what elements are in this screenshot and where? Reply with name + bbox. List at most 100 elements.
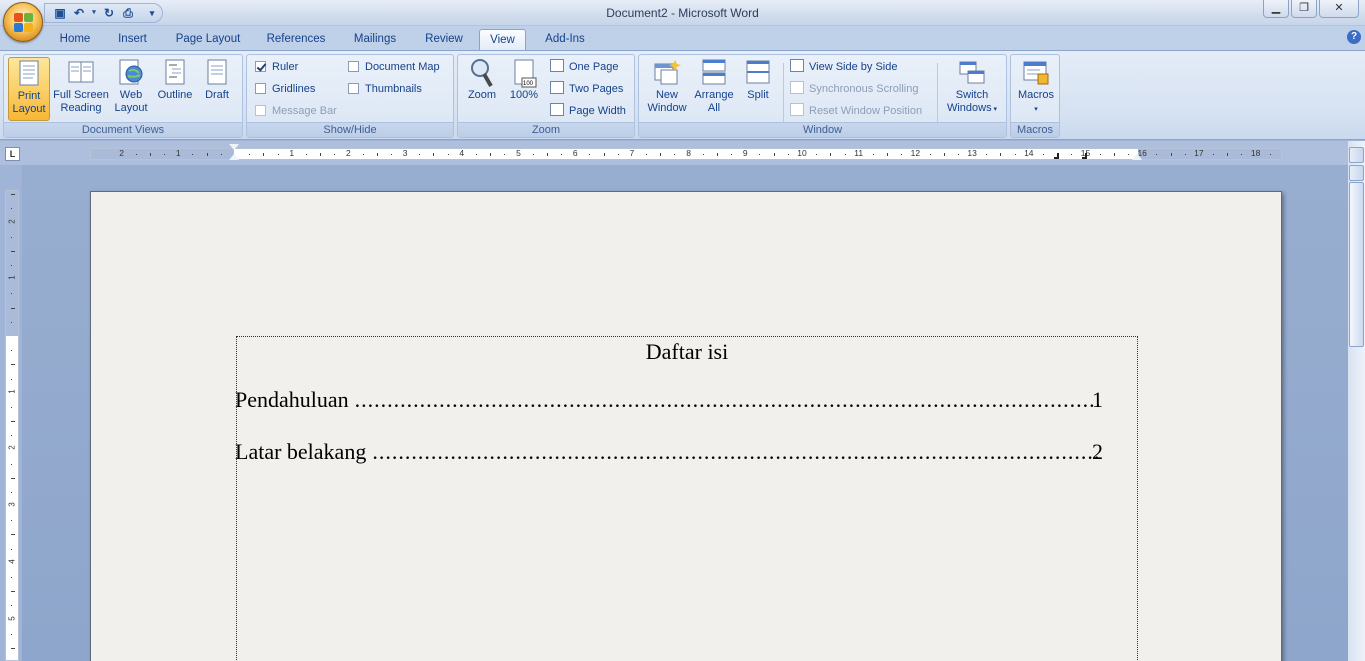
restore-button[interactable]: ❐ xyxy=(1291,0,1317,18)
ruler-number: 1 xyxy=(7,388,17,394)
minimize-button[interactable]: ▁ xyxy=(1263,0,1289,18)
right-indent-marker[interactable] xyxy=(1132,153,1142,160)
title-bar: ▣ ↶ ▾ ↻ ⎙ ▾ Document2 - Microsoft Word ▁… xyxy=(0,0,1365,26)
ruler-bar: L 2 1 1 2 3 4 5 6 7 8 9 10 11 12 13 14 15 16 17 18 xyxy=(0,141,1365,165)
macros-button[interactable]: Macros ▾ xyxy=(1014,57,1058,121)
toc-leader-dots: ........................................… xyxy=(354,387,1099,412)
tab-add-ins[interactable]: Add-Ins xyxy=(537,29,593,50)
zoom-button[interactable]: Zoom xyxy=(463,57,501,121)
outline-button[interactable]: Outline xyxy=(154,57,196,121)
group-window: New Window Arrange All Split View Side b… xyxy=(638,54,1007,138)
tab-mailings[interactable]: Mailings xyxy=(346,29,404,50)
magnifier-icon xyxy=(468,58,496,88)
ruler-check-icon xyxy=(255,61,266,72)
two-pages-icon xyxy=(550,81,564,94)
svg-text:100: 100 xyxy=(523,81,534,87)
message-bar-checkbox: Message Bar xyxy=(255,102,337,120)
arrange-all-button[interactable]: Arrange All xyxy=(692,57,736,121)
two-pages-button[interactable]: Two Pages xyxy=(550,80,623,98)
ruler-number: 2 xyxy=(119,148,124,158)
document-map-checkbox[interactable]: Document Map xyxy=(348,58,440,76)
first-line-indent-marker[interactable] xyxy=(229,144,239,150)
scroll-up-button[interactable] xyxy=(1349,165,1364,181)
page-width-button[interactable]: Page Width xyxy=(550,102,626,120)
toc-entry-text: Pendahuluan xyxy=(235,387,349,412)
group-macros: Macros ▾ Macros xyxy=(1010,54,1060,138)
tab-selector[interactable]: L xyxy=(5,147,20,161)
one-page-button[interactable]: One Page xyxy=(550,58,619,76)
outline-icon xyxy=(161,58,189,86)
ruler-number: 10 xyxy=(797,148,807,158)
ruler-number: 5 xyxy=(7,615,17,621)
vertical-scrollbar[interactable] xyxy=(1348,141,1365,661)
switch-windows-button[interactable]: Switch Windows ▾ xyxy=(941,57,1003,121)
new-window-button[interactable]: New Window xyxy=(644,57,690,121)
ruler-number: 8 xyxy=(686,148,691,158)
group-document-views: Print Layout Full Screen Reading Web Lay… xyxy=(3,54,243,138)
zoom-group-label: Zoom xyxy=(458,122,634,137)
close-button[interactable]: ✕ xyxy=(1319,0,1359,18)
split-button[interactable]: Split xyxy=(739,57,777,121)
zoom-100-button[interactable]: 100 100% xyxy=(504,57,544,121)
new-window-icon xyxy=(653,58,681,86)
tab-view[interactable]: View xyxy=(479,29,526,50)
toc-leader-dots: ........................................… xyxy=(372,439,1099,464)
reset-window-position-button: Reset Window Position xyxy=(790,102,922,120)
reset-window-icon xyxy=(790,103,804,116)
word-window: ▣ ↶ ▾ ↻ ⎙ ▾ Document2 - Microsoft Word ▁… xyxy=(0,0,1365,661)
web-layout-button[interactable]: Web Layout xyxy=(112,57,150,121)
sync-scroll-icon xyxy=(790,81,804,94)
window-title: Document2 - Microsoft Word xyxy=(606,6,759,20)
ruler-number: 5 xyxy=(516,148,521,158)
left-indent-marker[interactable] xyxy=(229,154,239,160)
print-layout-button[interactable]: Print Layout xyxy=(8,57,50,121)
toc-entry-page: 2 xyxy=(1092,439,1103,464)
right-tab-stop-2[interactable] xyxy=(1082,153,1087,159)
right-tab-stop-1[interactable] xyxy=(1054,153,1059,159)
ruler-number: 2 xyxy=(7,445,17,451)
toc-text-box[interactable]: Daftar isi Pendahuluan .................… xyxy=(235,336,1138,661)
tab-review[interactable]: Review xyxy=(418,29,470,50)
group-show-hide: Ruler Gridlines Message Bar Document Map… xyxy=(246,54,454,138)
page-width-icon xyxy=(550,103,564,116)
vertical-ruler[interactable]: 2 1 1 2 3 4 5 xyxy=(5,190,19,661)
horizontal-ruler[interactable]: 2 1 1 2 3 4 5 6 7 8 9 10 11 12 13 14 15 16 17 18 xyxy=(90,148,1282,160)
scroll-thumb[interactable] xyxy=(1349,182,1364,347)
help-icon[interactable]: ? xyxy=(1347,30,1361,44)
toc-title: Daftar isi xyxy=(645,339,729,364)
full-screen-reading-button[interactable]: Full Screen Reading xyxy=(52,57,110,121)
page-100-icon: 100 xyxy=(510,58,538,88)
draft-button[interactable]: Draft xyxy=(200,57,234,121)
ruler-number: 17 xyxy=(1194,148,1204,158)
ribbon-tabs: Home Insert Page Layout References Maili… xyxy=(0,26,1365,50)
group-zoom: Zoom 100 100% One Page Two Pages Page Wi… xyxy=(457,54,635,138)
tab-page-layout[interactable]: Page Layout xyxy=(170,29,246,50)
ruler-number: 12 xyxy=(910,148,921,158)
synchronous-scrolling-button: Synchronous Scrolling xyxy=(790,80,918,98)
office-logo-icon xyxy=(14,13,34,33)
office-button[interactable] xyxy=(3,2,43,42)
full-screen-reading-icon xyxy=(67,58,95,86)
ruler-number: 2 xyxy=(7,218,17,224)
tab-references[interactable]: References xyxy=(260,29,332,50)
web-layout-icon xyxy=(117,58,145,86)
ruler-number: 2 xyxy=(346,148,351,158)
view-side-by-side-button[interactable]: View Side by Side xyxy=(790,58,897,76)
ruler-number: 11 xyxy=(854,148,864,158)
view-ruler-toggle[interactable] xyxy=(1349,147,1364,163)
thumbnails-checkbox[interactable]: Thumbnails xyxy=(348,80,422,98)
ruler-number: 6 xyxy=(572,148,578,158)
toc-entry[interactable]: Latar belakang .........................… xyxy=(235,439,1103,467)
ruler-checkbox[interactable]: Ruler xyxy=(255,58,298,76)
ribbon: Print Layout Full Screen Reading Web Lay… xyxy=(0,50,1365,140)
gridlines-checkbox[interactable]: Gridlines xyxy=(255,80,315,98)
document-page[interactable]: Daftar isi Pendahuluan .................… xyxy=(90,191,1282,661)
print-layout-icon xyxy=(15,59,43,87)
toc-entry[interactable]: Pendahuluan ............................… xyxy=(235,387,1103,415)
split-icon xyxy=(744,58,772,86)
arrange-all-icon xyxy=(700,58,728,86)
tab-home[interactable]: Home xyxy=(52,29,98,50)
ruler-number: 4 xyxy=(459,148,465,158)
tab-insert[interactable]: Insert xyxy=(110,29,155,50)
document-area: Daftar isi Pendahuluan .................… xyxy=(22,165,1348,661)
